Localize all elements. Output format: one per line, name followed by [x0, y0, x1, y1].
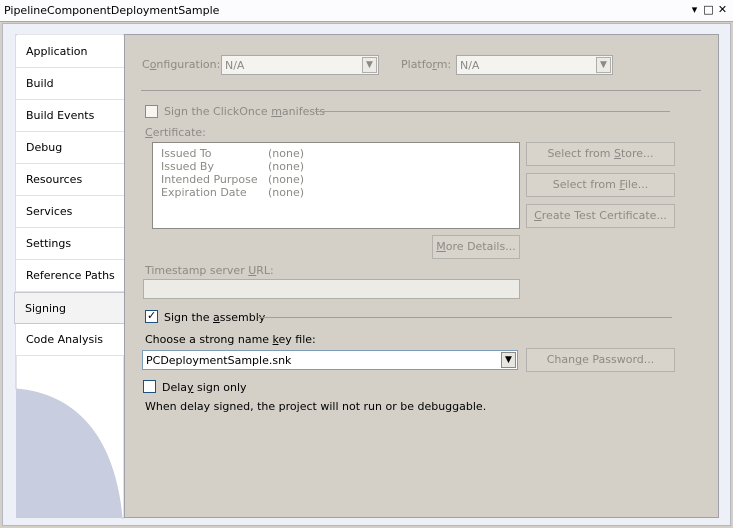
- tab-code-analysis[interactable]: Code Analysis: [16, 324, 124, 356]
- cert-row-expiration-date: Expiration Date (none): [161, 186, 305, 199]
- tab-label: Application: [26, 45, 88, 58]
- tab-build-events[interactable]: Build Events: [16, 100, 124, 132]
- cert-row-intended-purpose: Intended Purpose (none): [161, 173, 305, 186]
- tab-label: Settings: [26, 237, 72, 250]
- delay-sign-label: Delay sign only: [162, 381, 247, 394]
- tab-reference-paths[interactable]: Reference Paths: [16, 260, 124, 292]
- tab-label: Signing: [25, 302, 67, 315]
- clickonce-separator: [315, 111, 670, 112]
- tab-signing[interactable]: Signing: [14, 292, 126, 324]
- select-from-store-button[interactable]: Select from Store...: [526, 142, 675, 166]
- cert-row-issued-by: Issued By (none): [161, 160, 305, 173]
- create-test-certificate-button[interactable]: Create Test Certificate...: [526, 204, 675, 228]
- assembly-separator: [258, 317, 672, 318]
- restore-icon[interactable]: □: [702, 3, 715, 17]
- window-title: PipelineComponentDeploymentSample: [4, 4, 220, 17]
- tab-resources[interactable]: Resources: [16, 164, 124, 196]
- window-menu-icon[interactable]: ▾: [688, 3, 701, 17]
- tab-label: Resources: [26, 173, 83, 186]
- cert-row-issued-to: Issued To (none): [161, 147, 305, 160]
- tab-label: Reference Paths: [26, 269, 115, 282]
- configuration-combo[interactable]: N/A ▼: [221, 55, 379, 75]
- delay-sign-checkbox[interactable]: [143, 380, 156, 393]
- tab-debug[interactable]: Debug: [16, 132, 124, 164]
- tab-label: Debug: [26, 141, 63, 154]
- title-bar: PipelineComponentDeploymentSample ▾ □ ✕: [0, 0, 733, 22]
- sign-assembly-label: Sign the assembly: [164, 311, 266, 324]
- configuration-label: Configuration:: [142, 58, 221, 71]
- tab-application[interactable]: Application: [16, 36, 124, 68]
- tab-label: Code Analysis: [26, 333, 103, 346]
- clickonce-label: Sign the ClickOnce manifests: [164, 105, 326, 118]
- tab-label: Build Events: [26, 109, 95, 122]
- platform-value: N/A: [460, 59, 480, 72]
- configuration-value: N/A: [225, 59, 245, 72]
- certificate-label: Certificate:: [145, 126, 206, 139]
- tab-services[interactable]: Services: [16, 196, 124, 228]
- certificate-info-box: Issued To (none) Issued By (none) Intended…: [152, 142, 520, 229]
- select-from-file-button[interactable]: Select from File...: [526, 173, 675, 197]
- tab-label: Build: [26, 77, 54, 90]
- platform-combo[interactable]: N/A ▼: [456, 55, 613, 75]
- key-file-value: PCDeploymentSample.snk: [146, 354, 292, 367]
- platform-label: Platform:: [401, 58, 452, 71]
- timestamp-label: Timestamp server URL:: [145, 264, 274, 277]
- timestamp-url-input[interactable]: [143, 279, 520, 299]
- close-icon[interactable]: ✕: [716, 3, 729, 17]
- tab-settings[interactable]: Settings: [16, 228, 124, 260]
- dropdown-arrow-icon: ▼: [596, 57, 611, 73]
- more-details-button[interactable]: More Details...: [432, 235, 520, 259]
- dropdown-arrow-icon: ▼: [362, 57, 377, 73]
- key-file-label: Choose a strong name key file:: [145, 333, 316, 346]
- dropdown-arrow-icon: ▼: [501, 352, 516, 368]
- tab-label: Services: [26, 205, 73, 218]
- tab-build[interactable]: Build: [16, 68, 124, 100]
- sign-assembly-checkbox[interactable]: [145, 309, 158, 323]
- delay-sign-note: When delay signed, the project will not …: [145, 400, 487, 413]
- separator: [141, 90, 701, 91]
- key-file-combo[interactable]: PCDeploymentSample.snk ▼: [142, 350, 518, 370]
- clickonce-checkbox[interactable]: [145, 105, 158, 118]
- change-password-button[interactable]: Change Password...: [526, 348, 675, 372]
